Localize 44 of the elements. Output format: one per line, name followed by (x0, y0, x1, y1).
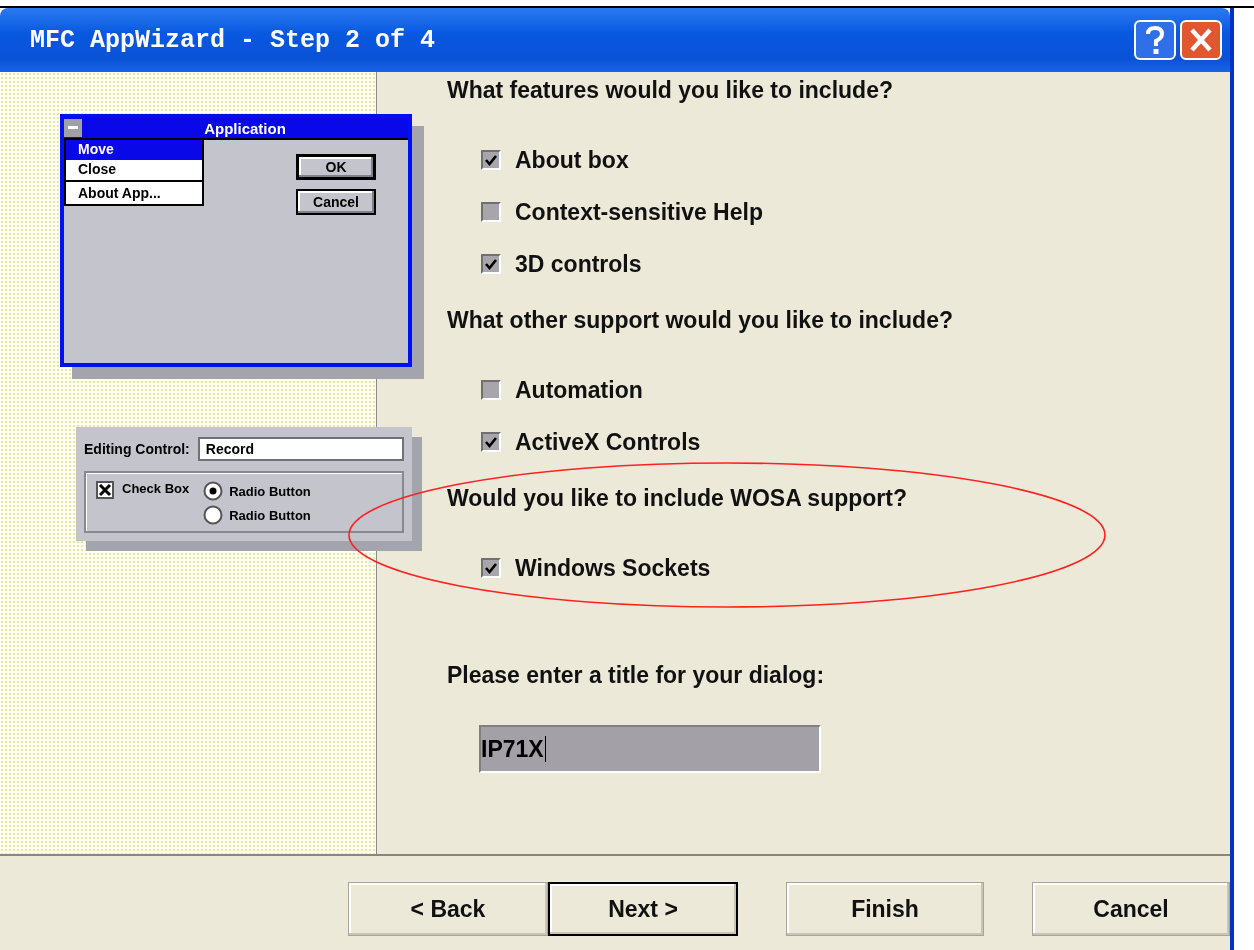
checkbox[interactable] (481, 150, 501, 170)
option-label: About box (515, 146, 629, 174)
wizard-button[interactable]: Finish (786, 882, 984, 936)
radio-button[interactable] (203, 481, 224, 501)
section-question: What other support would you like to include? (447, 306, 953, 335)
title-field[interactable]: IP71X (479, 725, 821, 773)
wizard-button[interactable]: Next > (548, 882, 738, 936)
close-icon[interactable] (1180, 20, 1222, 60)
checkmark-icon (484, 153, 498, 167)
checkbox[interactable] (481, 558, 501, 578)
system-menu-icon (64, 119, 82, 137)
radio-label: Radio Button (229, 483, 311, 499)
window-title: MFC AppWizard - Step 2 of 4 (30, 25, 436, 55)
section-question: What features would you like to include? (447, 76, 893, 105)
checkmark-icon (484, 561, 498, 575)
preview-window-title: Application (203, 119, 287, 137)
checkbox[interactable] (481, 202, 501, 222)
checkbox[interactable] (481, 432, 501, 452)
wizard-button[interactable]: < Back (348, 882, 548, 936)
menu-item[interactable]: Move (66, 140, 202, 160)
checkbox[interactable] (481, 254, 501, 274)
option-label: Windows Sockets (515, 554, 711, 582)
checkmark-icon (484, 257, 498, 271)
preview-button[interactable]: OK (296, 154, 376, 180)
checkmark-icon (484, 435, 498, 449)
wizard-button[interactable]: Cancel (1032, 882, 1230, 936)
section-question: Would you like to include WOSA support? (447, 484, 907, 513)
editing-control-label: Editing Control: (84, 441, 190, 457)
editing-control-field[interactable]: Record (197, 437, 404, 461)
option-label: ActiveX Controls (515, 428, 701, 456)
title-prompt: Please enter a title for your dialog: (447, 661, 825, 690)
cross-mark-icon (98, 483, 112, 497)
checkbox[interactable] (481, 380, 501, 400)
option-label: Automation (515, 376, 643, 404)
option-label: 3D controls (515, 250, 642, 278)
checkbox-label: Check Box (122, 481, 190, 496)
option-label: Context-sensitive Help (515, 198, 763, 226)
preview-button[interactable]: Cancel (296, 189, 376, 215)
menu-item[interactable]: About App... (66, 180, 202, 204)
radio-label: Radio Button (229, 507, 311, 523)
preview-checkbox[interactable] (96, 481, 114, 499)
menu-item[interactable]: Close (66, 160, 202, 180)
radio-button[interactable] (203, 505, 224, 525)
help-icon[interactable] (1134, 20, 1176, 60)
